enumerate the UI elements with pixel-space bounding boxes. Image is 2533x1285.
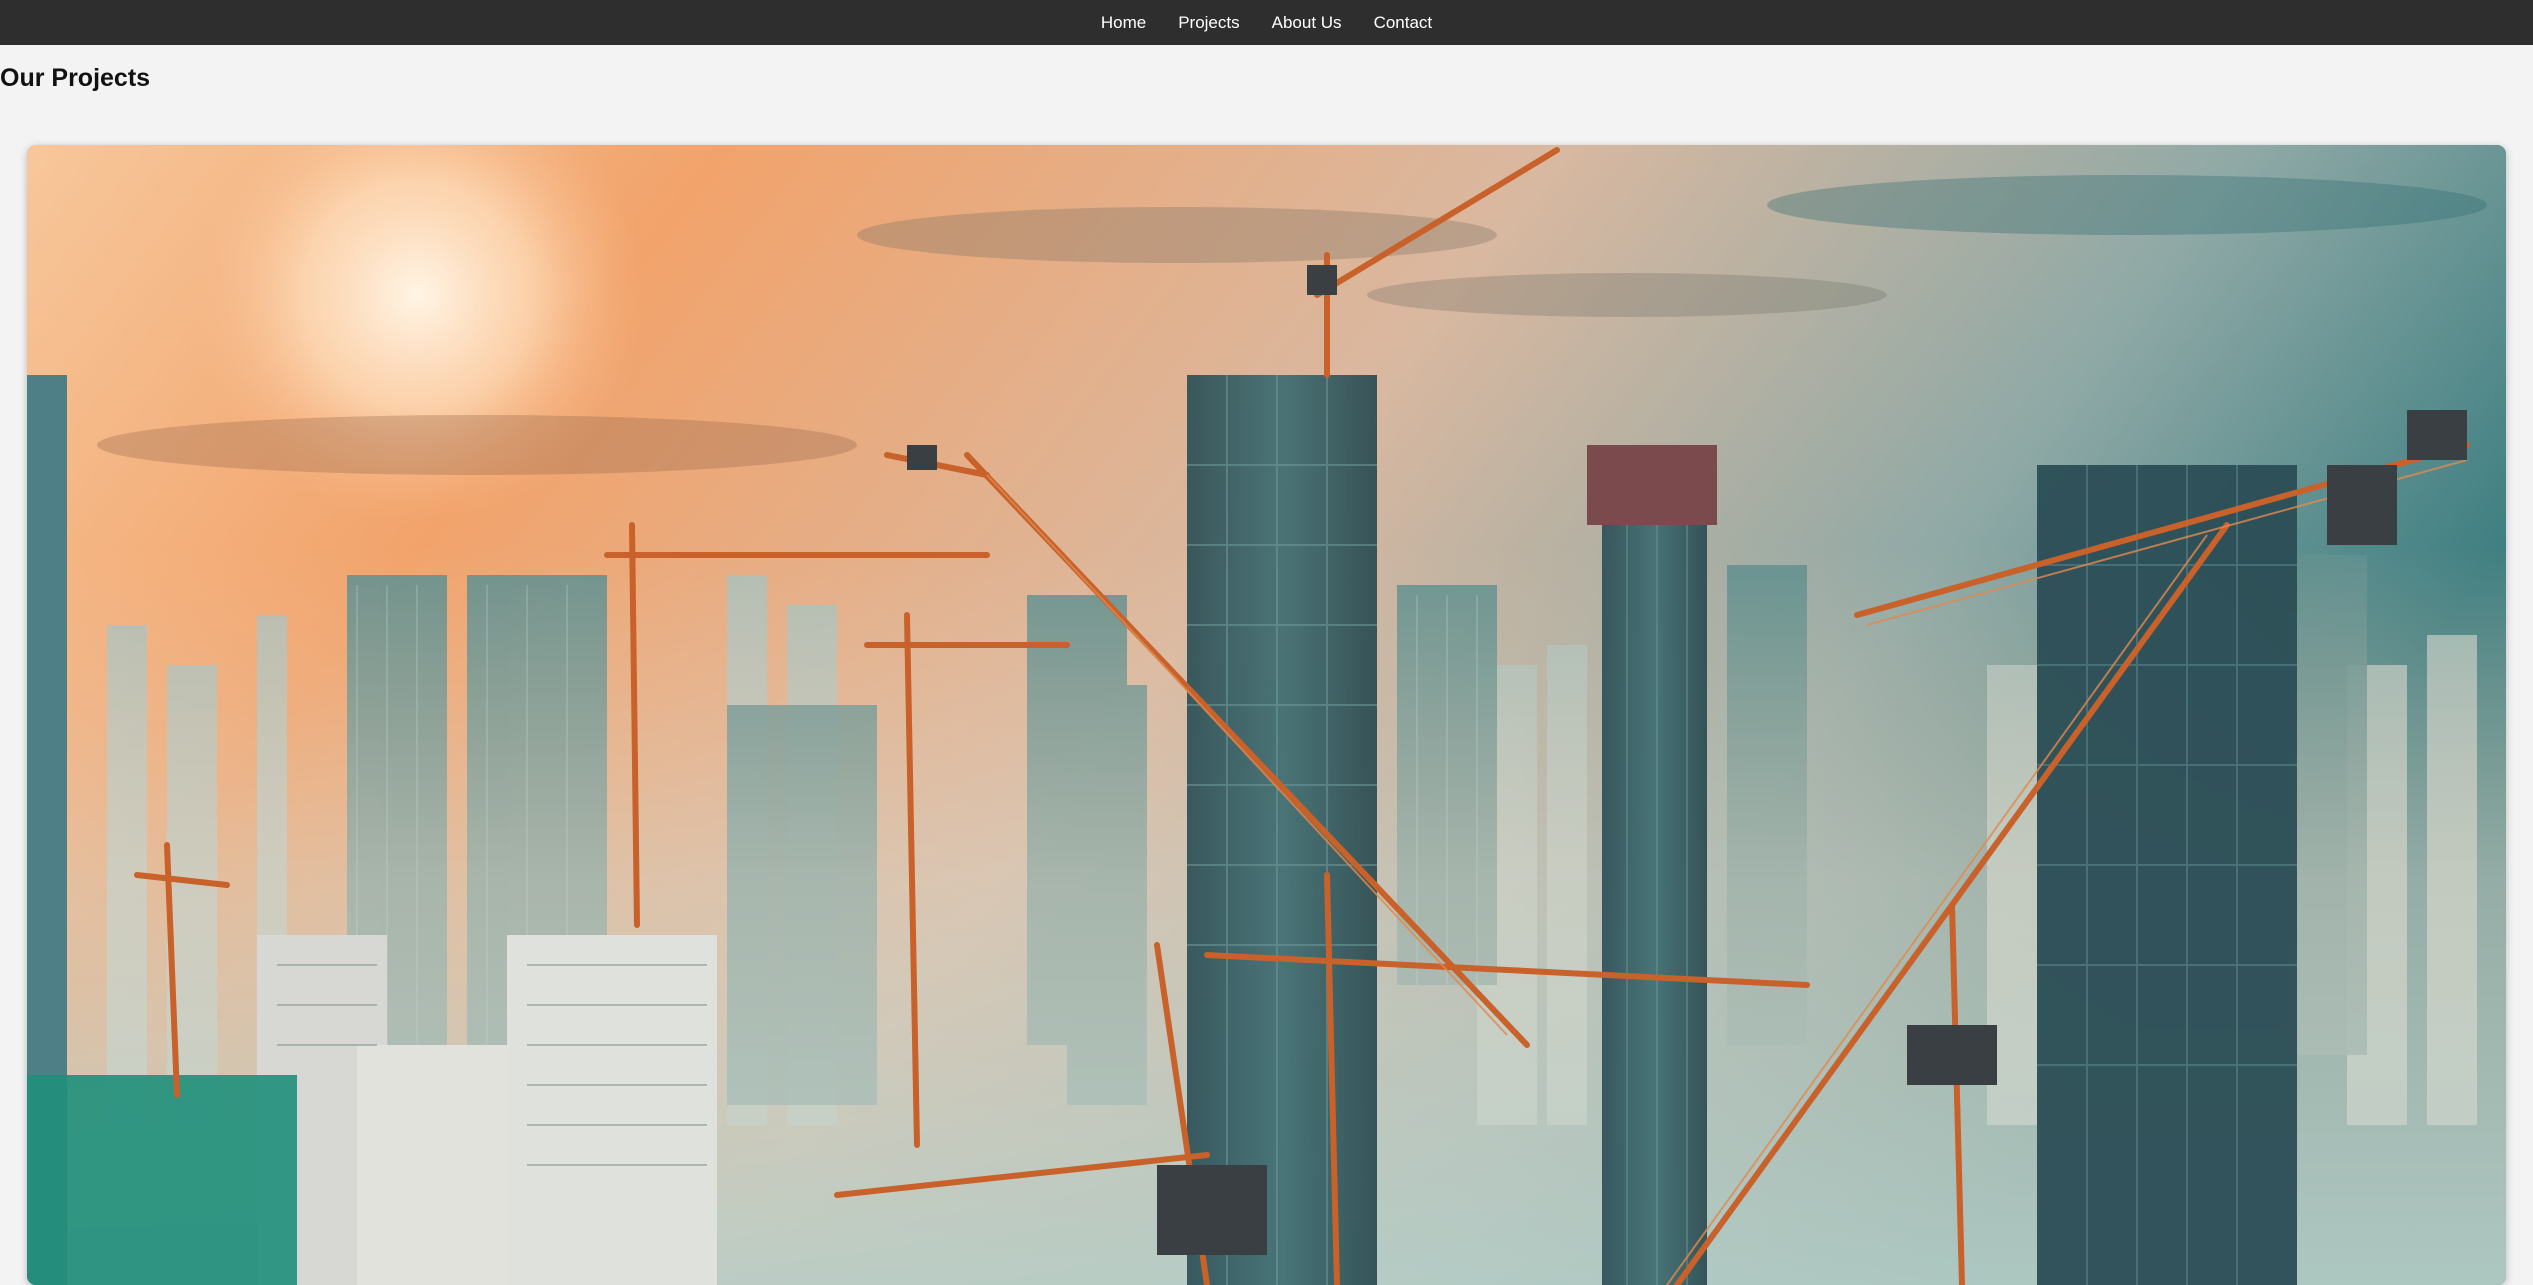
- nav-link-contact[interactable]: Contact: [1374, 13, 1433, 33]
- page-title: Our Projects: [0, 64, 151, 92]
- top-navigation: Home Projects About Us Contact: [0, 0, 2533, 45]
- nav-link-home[interactable]: Home: [1101, 13, 1146, 33]
- project-image-card[interactable]: [27, 145, 2506, 1285]
- construction-cityscape-image: [27, 145, 2506, 1285]
- nav-link-about-us[interactable]: About Us: [1272, 13, 1342, 33]
- nav-link-projects[interactable]: Projects: [1178, 13, 1239, 33]
